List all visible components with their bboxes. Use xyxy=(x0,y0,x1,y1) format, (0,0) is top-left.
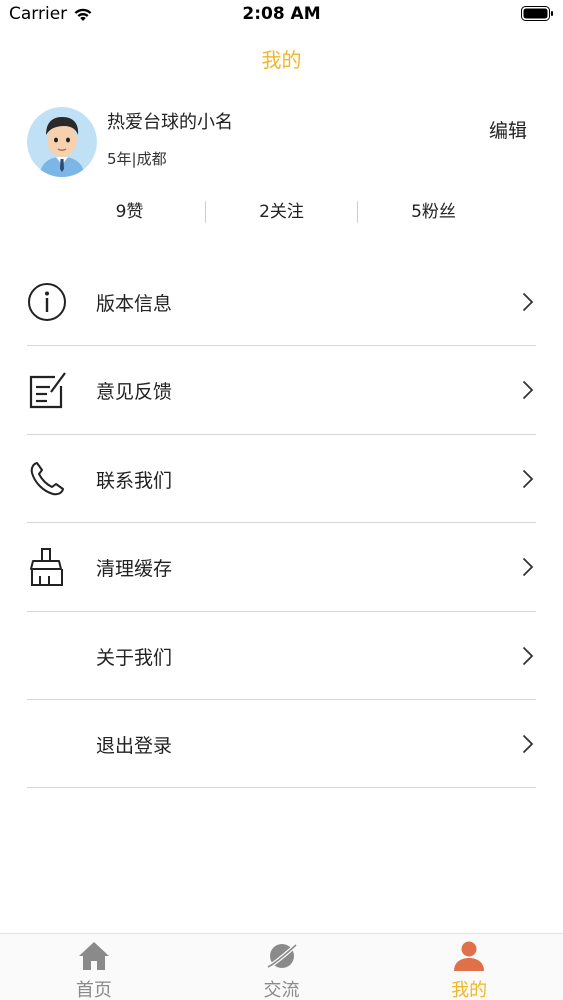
clock: 2:08 AM xyxy=(242,4,321,24)
person-icon xyxy=(454,941,485,971)
stat-following[interactable]: 2关注 xyxy=(206,196,357,228)
tab-label: 首页 xyxy=(75,980,112,1000)
battery-icon xyxy=(521,6,553,21)
info-icon xyxy=(28,283,66,321)
menu-item-logout[interactable]: 退出登录 xyxy=(27,700,536,789)
tab-community[interactable]: 交流 xyxy=(188,934,376,1000)
menu-item-clear-cache[interactable]: 清理缓存 xyxy=(27,523,536,612)
tab-home[interactable]: 首页 xyxy=(0,934,188,1000)
phone-icon xyxy=(30,461,64,496)
avatar[interactable] xyxy=(27,107,97,177)
brush-icon xyxy=(30,548,63,587)
menu-label: 清理缓存 xyxy=(96,558,173,581)
avatar-image xyxy=(27,107,97,177)
chevron-right-icon xyxy=(522,558,534,577)
settings-menu: 版本信息 意见反馈 联系我们 清理缓存 关于我们 退出登录 xyxy=(27,258,536,789)
tab-bar: 首页 交流 我的 xyxy=(0,933,563,1000)
home-icon xyxy=(78,942,109,970)
menu-item-contact-us[interactable]: 联系我们 xyxy=(27,435,536,524)
feedback-icon xyxy=(29,372,66,409)
edit-button[interactable]: 编辑 xyxy=(489,116,527,143)
menu-label: 意见反馈 xyxy=(96,381,173,404)
page-title: 我的 xyxy=(261,48,302,72)
menu-item-feedback[interactable]: 意见反馈 xyxy=(27,346,536,435)
menu-label: 关于我们 xyxy=(96,646,173,669)
chevron-right-icon xyxy=(522,381,534,400)
chevron-right-icon xyxy=(522,646,534,665)
status-bar: Carrier 2:08 AM xyxy=(0,0,563,30)
stat-followers[interactable]: 5粉丝 xyxy=(358,196,509,228)
menu-label: 退出登录 xyxy=(96,734,173,757)
stat-likes[interactable]: 9赞 xyxy=(54,196,205,228)
username: 热爱台球的小名 xyxy=(107,112,233,133)
chevron-right-icon xyxy=(522,292,534,312)
planet-icon xyxy=(266,943,297,969)
tab-mine[interactable]: 我的 xyxy=(375,934,563,1000)
chevron-right-icon xyxy=(522,734,534,754)
profile-stats: 9赞 2关注 5粉丝 xyxy=(54,196,509,228)
tab-label: 交流 xyxy=(263,980,300,1000)
tab-label: 我的 xyxy=(451,980,488,1000)
menu-label: 联系我们 xyxy=(96,469,173,492)
chevron-right-icon xyxy=(522,469,534,488)
menu-item-about-us[interactable]: 关于我们 xyxy=(27,612,536,700)
user-meta: 5年|成都 xyxy=(107,150,167,168)
menu-item-version-info[interactable]: 版本信息 xyxy=(27,258,536,347)
menu-label: 版本信息 xyxy=(96,293,173,315)
